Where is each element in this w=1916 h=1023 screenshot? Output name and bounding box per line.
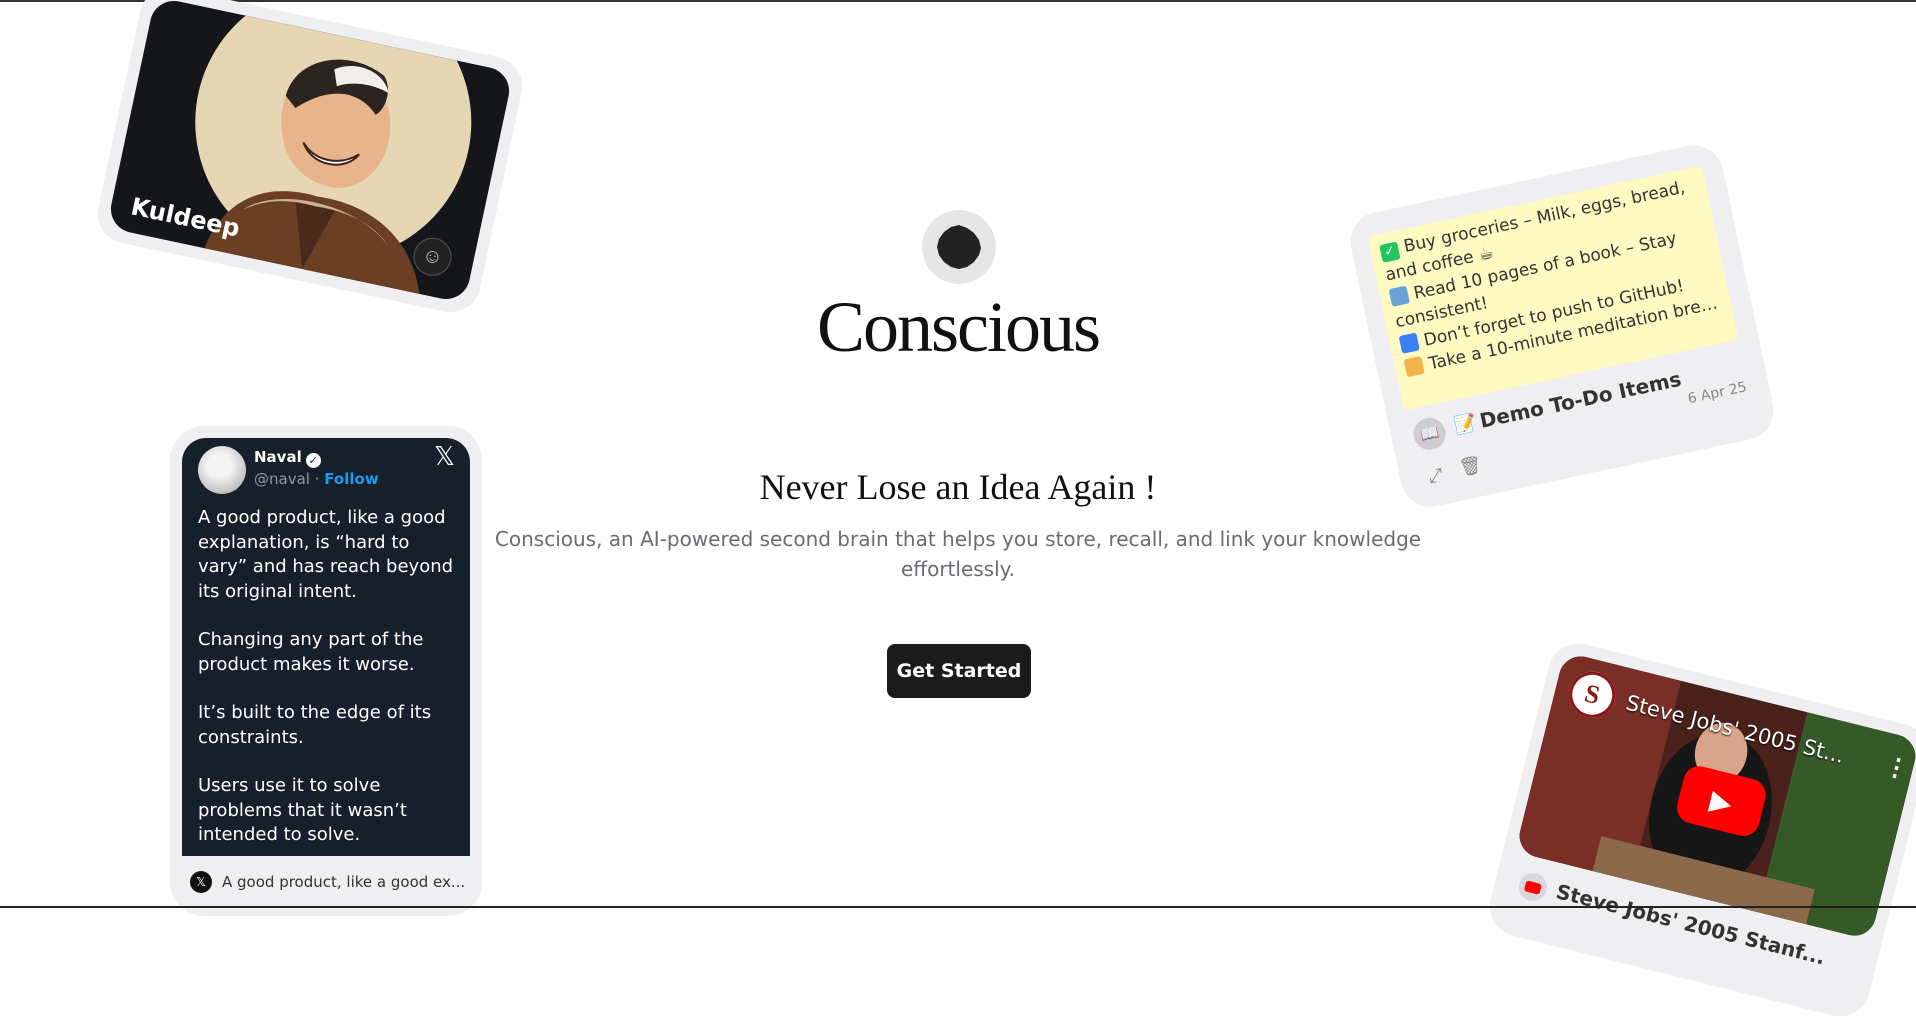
tweet-handle[interactable]: @naval — [254, 470, 310, 488]
tweet-avatar[interactable] — [198, 446, 246, 494]
tweet-footer: 𝕏 A good product, like a good ex... — [190, 864, 470, 900]
x-badge-icon: 𝕏 — [190, 871, 212, 893]
tweet-handle-line: @naval · Follow — [254, 470, 379, 488]
meditation-icon — [1403, 355, 1425, 378]
books-icon — [1388, 285, 1410, 307]
todo-card[interactable]: ✓ Buy groceries – Milk, eggs, bread, and … — [1344, 139, 1780, 513]
tweet-paragraph: Users use it to solve problems that it w… — [198, 775, 407, 845]
tweet-paragraph: Changing any part of the product makes i… — [198, 629, 424, 675]
logo-icon — [937, 225, 981, 269]
tweet-card[interactable]: Naval ✓ @naval · Follow 𝕏 A good product,… — [170, 426, 482, 916]
video-card[interactable]: S Steve Jobs' 2005 St... ⋮ ▶ Steve Jobs'… — [1483, 637, 1916, 1023]
verified-icon: ✓ — [305, 453, 321, 468]
x-logo-icon[interactable]: 𝕏 — [434, 442, 455, 472]
tweet-footer-title: A good product, like a good ex... — [222, 873, 466, 891]
logo — [922, 210, 996, 284]
book-icon[interactable]: 📖 — [1410, 414, 1449, 453]
subheadline: Conscious, an AI-powered second brain th… — [494, 527, 1422, 581]
youtube-icon — [1515, 870, 1550, 905]
memo-icon: 📝 — [1452, 412, 1479, 438]
tweet-paragraph: It’s built to the edge of its constraint… — [198, 702, 432, 748]
tweet-author[interactable]: Naval ✓ — [254, 448, 321, 468]
character-portrait — [195, 0, 472, 294]
todo-date: 6 Apr 25 — [1686, 379, 1749, 408]
trash-icon[interactable]: 🗑 — [1457, 454, 1484, 479]
tweet-follow-link[interactable]: Follow — [324, 470, 378, 488]
expand-icon[interactable]: ⤢ — [1426, 464, 1444, 488]
tweet-paragraph: A good product, like a good explanation,… — [198, 507, 454, 602]
tweet-author-name: Naval — [254, 448, 302, 466]
get-started-button[interactable]: Get Started — [887, 644, 1031, 698]
tweet-embed: Naval ✓ @naval · Follow 𝕏 A good product,… — [182, 438, 470, 856]
avatar-image: Kuldeep ☺ — [106, 0, 514, 304]
checkbox-icon: ✓ — [1379, 241, 1401, 263]
avatar-card[interactable]: Kuldeep ☺ — [92, 0, 528, 318]
top-border — [0, 0, 1916, 2]
laptop-icon — [1398, 332, 1420, 354]
tweet-separator: · — [314, 470, 320, 488]
tweet-text: A good product, like a good explanation,… — [198, 506, 464, 872]
